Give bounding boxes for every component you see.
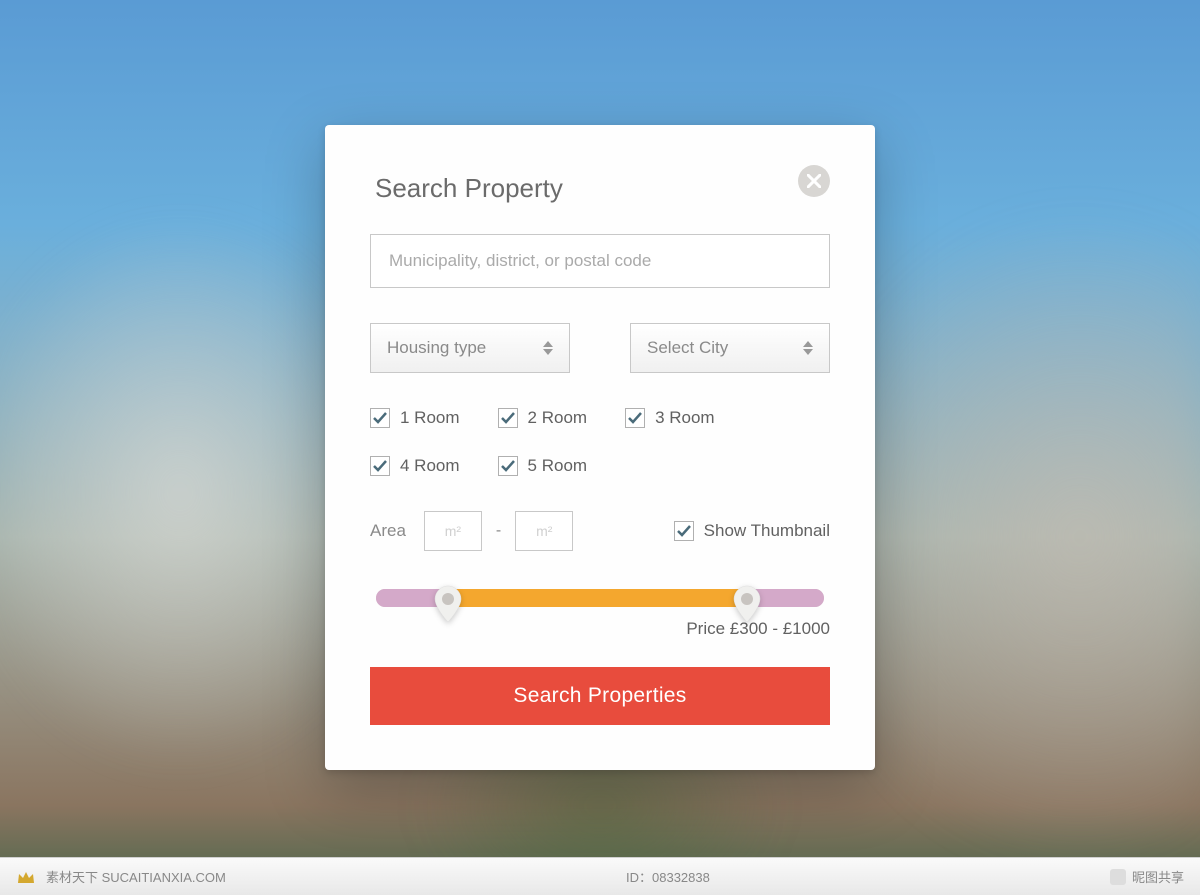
dash-separator: - — [496, 522, 501, 540]
housing-type-dropdown[interactable]: Housing type — [370, 323, 570, 373]
dropdown-row: Housing type Select City — [370, 323, 830, 373]
check-icon — [676, 524, 692, 538]
rooms-row-1: 1 Room 2 Room 3 Room — [370, 408, 830, 428]
modal-header: Search Property — [370, 165, 830, 204]
location-input[interactable] — [370, 234, 830, 288]
pin-icon — [432, 583, 464, 625]
footer-left: 素材天下 SUCAITIANXIA.COM — [16, 867, 226, 886]
close-icon — [807, 174, 821, 188]
slider-handle-min[interactable] — [432, 583, 464, 625]
checkbox-label: 2 Room — [528, 408, 588, 428]
check-icon — [500, 411, 516, 425]
slider-fill — [452, 589, 743, 607]
search-properties-button[interactable]: Search Properties — [370, 667, 830, 725]
crown-icon — [16, 869, 36, 885]
area-max-input[interactable] — [515, 511, 573, 551]
select-city-dropdown[interactable]: Select City — [630, 323, 830, 373]
footer-brand: 素材天下 SUCAITIANXIA.COM — [46, 867, 226, 886]
footer-id: ID：08332838 — [626, 867, 710, 886]
checkbox-item-5room: 5 Room — [498, 456, 588, 476]
rooms-row-2: 4 Room 5 Room — [370, 456, 830, 476]
checkbox-3room[interactable] — [625, 408, 645, 428]
dropdown-label: Housing type — [387, 338, 486, 358]
tag-icon — [1110, 869, 1126, 885]
footer-tag-label: 昵图共享 — [1132, 867, 1184, 886]
close-button[interactable] — [798, 165, 830, 197]
area-row: Area - Show Thumbnail — [370, 511, 830, 551]
checkbox-item-1room: 1 Room — [370, 408, 460, 428]
pin-icon — [731, 583, 763, 625]
checkbox-thumbnail[interactable] — [674, 521, 694, 541]
checkbox-item-3room: 3 Room — [625, 408, 715, 428]
area-label: Area — [370, 521, 406, 541]
search-property-modal: Search Property Housing type Select City — [325, 125, 875, 770]
rooms-section: 1 Room 2 Room 3 Room 4 Room — [370, 408, 830, 476]
footer-tag: 昵图共享 — [1110, 867, 1184, 886]
checkbox-label: 5 Room — [528, 456, 588, 476]
check-icon — [627, 411, 643, 425]
check-icon — [372, 459, 388, 473]
checkbox-4room[interactable] — [370, 456, 390, 476]
checkbox-5room[interactable] — [498, 456, 518, 476]
checkbox-label: 1 Room — [400, 408, 460, 428]
check-icon — [500, 459, 516, 473]
sort-arrows-icon — [543, 341, 553, 355]
modal-title: Search Property — [375, 173, 563, 204]
check-icon — [372, 411, 388, 425]
sort-arrows-icon — [803, 341, 813, 355]
checkbox-1room[interactable] — [370, 408, 390, 428]
checkbox-item-4room: 4 Room — [370, 456, 460, 476]
checkbox-item-2room: 2 Room — [498, 408, 588, 428]
checkbox-item-thumbnail: Show Thumbnail — [674, 521, 830, 541]
area-min-input[interactable] — [424, 511, 482, 551]
dropdown-label: Select City — [647, 338, 728, 358]
slider-handle-max[interactable] — [731, 583, 763, 625]
price-slider[interactable] — [370, 589, 830, 607]
checkbox-label: 3 Room — [655, 408, 715, 428]
checkbox-2room[interactable] — [498, 408, 518, 428]
checkbox-label: Show Thumbnail — [704, 521, 830, 541]
checkbox-label: 4 Room — [400, 456, 460, 476]
page-footer: 素材天下 SUCAITIANXIA.COM ID：08332838 昵图共享 — [0, 857, 1200, 895]
